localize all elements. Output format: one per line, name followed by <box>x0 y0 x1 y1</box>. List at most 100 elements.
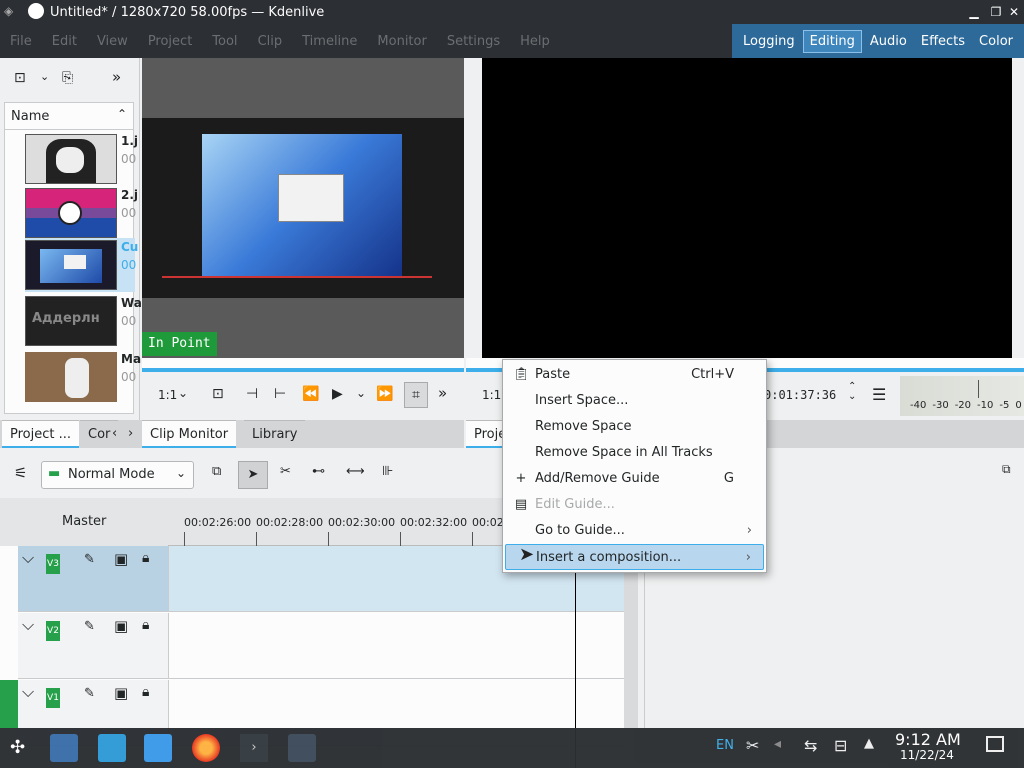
show-desktop-icon[interactable] <box>986 736 1004 752</box>
multicam-tool-icon[interactable]: ⊪ <box>382 464 393 479</box>
ctx-item-go-to-guide[interactable]: Go to Guide... › <box>505 518 764 544</box>
film-strip-icon[interactable]: ▣ <box>114 684 128 702</box>
effects-wand-icon[interactable]: ✎ <box>84 686 95 701</box>
forward-icon[interactable]: ⏩ <box>376 386 393 402</box>
timecode-spin-icon[interactable]: ⌃ ⌄ <box>848 382 856 402</box>
timecode-field[interactable]: 0:01:37:36 <box>764 388 836 402</box>
kdenlive-task-icon[interactable] <box>288 734 316 762</box>
track-lane-v2[interactable] <box>168 613 624 679</box>
minimize-icon[interactable]: ▁ <box>966 4 982 20</box>
effects-wand-icon[interactable]: ✎ <box>84 552 95 567</box>
ctx-item-remove-space-in-all-tracks[interactable]: Remove Space in All Tracks <box>505 440 764 466</box>
collapse-chevron-icon[interactable]: ⌵ <box>22 548 34 568</box>
maximize-icon[interactable]: ❐ <box>988 4 1004 20</box>
ripple-tool-icon[interactable]: ⊷ <box>312 464 325 479</box>
collapse-chevron-icon[interactable]: ⌵ <box>22 682 34 702</box>
lock-icon[interactable]: 🔒︎ <box>142 684 149 700</box>
new-folder-icon[interactable]: ⎘ <box>62 70 73 86</box>
clip-preview[interactable] <box>142 118 464 298</box>
edit-mode-select[interactable]: ▬ Normal Mode ⌄ <box>41 461 194 489</box>
menu-file[interactable]: File <box>10 34 32 49</box>
workspace-effects[interactable]: Effects <box>915 31 971 52</box>
app-launcher-icon[interactable]: ✣ <box>10 734 38 762</box>
lock-icon[interactable]: 🔒︎ <box>142 617 149 633</box>
menu-clip[interactable]: Clip <box>258 34 283 49</box>
clock-date[interactable]: 11/22/24 <box>900 748 954 762</box>
tray-expand-icon[interactable]: ▲ <box>864 736 874 751</box>
ctx-item-insert-space[interactable]: Insert Space... <box>505 388 764 414</box>
store-icon[interactable] <box>98 734 126 762</box>
app-menu-icon[interactable]: ◈ <box>4 4 13 18</box>
tab-library[interactable]: Library <box>244 420 306 448</box>
select-tool-icon[interactable]: ➤ <box>238 461 268 489</box>
clip-row[interactable]: 2.j 00 <box>5 188 138 242</box>
scissors-icon[interactable]: ✂ <box>746 736 759 755</box>
clip-monitor-ruler[interactable] <box>142 358 464 372</box>
sort-up-icon[interactable]: ⌃ <box>117 107 127 121</box>
add-clip-icon[interactable]: ⊡ <box>14 70 26 86</box>
expand-icon[interactable]: » <box>112 68 121 86</box>
workspace-color[interactable]: Color <box>973 31 1019 52</box>
menu-help[interactable]: Help <box>520 34 550 49</box>
film-strip-icon[interactable]: ▣ <box>114 617 128 635</box>
chevron-down-icon[interactable]: ⌄ <box>178 386 188 400</box>
slip-tool-icon[interactable]: ⟷ <box>346 464 365 479</box>
clip-row-selected[interactable]: Cu 00 <box>25 238 138 292</box>
terminal-icon[interactable]: › <box>240 734 268 762</box>
rewind-icon[interactable]: ⏪ <box>302 386 319 402</box>
chevron-right-icon[interactable]: › <box>128 426 133 441</box>
timeline-scrollbar[interactable] <box>624 546 638 728</box>
workspace-audio[interactable]: Audio <box>864 31 913 52</box>
chevron-left-icon[interactable]: ‹ <box>112 426 117 441</box>
clock-time[interactable]: 9:12 AM <box>895 730 961 749</box>
zoom-select[interactable]: 1:1 <box>482 388 501 402</box>
track-settings-icon[interactable]: ⚟ <box>14 464 27 482</box>
detach-icon[interactable]: ⧉ <box>1002 462 1011 477</box>
keyboard-layout[interactable]: EN <box>716 738 734 753</box>
menu-monitor[interactable]: Monitor <box>377 34 426 49</box>
menu-tool[interactable]: Tool <box>212 34 237 49</box>
settings-icon[interactable] <box>50 734 78 762</box>
set-out-icon[interactable]: ⊢ <box>274 386 286 402</box>
bin-header[interactable]: Name ⌃ <box>4 102 134 130</box>
set-in-icon[interactable]: ⊣ <box>246 386 258 402</box>
effects-wand-icon[interactable]: ✎ <box>84 619 95 634</box>
tab-clip-monitor[interactable]: Clip Monitor <box>142 420 237 448</box>
menu-project[interactable]: Project <box>148 34 192 49</box>
menu-edit[interactable]: Edit <box>52 34 77 49</box>
firefox-icon[interactable] <box>192 734 220 762</box>
workspace-editing[interactable]: Editing <box>802 29 862 53</box>
clip-row[interactable]: Аддерлн Wa 00 <box>5 294 142 348</box>
play-icon[interactable]: ▶ <box>332 386 343 402</box>
project-preview[interactable] <box>482 58 1012 358</box>
collapse-chevron-icon[interactable]: ⌵ <box>22 615 34 635</box>
close-icon[interactable]: ✕ <box>1006 4 1022 20</box>
hamburger-menu-icon[interactable]: ☰ <box>872 385 886 404</box>
track-header-v2[interactable]: ⌵ V2 ✎ ▣ 🔒︎ <box>18 613 168 679</box>
project-monitor[interactable] <box>466 58 1024 358</box>
chevron-down-icon[interactable]: ⌄ <box>356 386 366 400</box>
file-manager-icon[interactable] <box>144 734 172 762</box>
menu-settings[interactable]: Settings <box>447 34 500 49</box>
film-strip-icon[interactable]: ▣ <box>114 550 128 568</box>
clip-row[interactable]: 1.j 00 <box>5 132 138 186</box>
ctx-item-remove-space[interactable]: Remove Space <box>505 414 764 440</box>
menu-view[interactable]: View <box>97 34 128 49</box>
spacer-tool-icon[interactable]: ⧉ <box>212 464 221 479</box>
clip-row[interactable]: Ma 00 <box>5 350 141 404</box>
volume-icon[interactable]: ◂ <box>774 736 781 752</box>
set-zone-icon[interactable]: ⊡ <box>212 386 224 402</box>
network-icon[interactable]: ⊟ <box>834 736 847 755</box>
usb-icon[interactable]: ⇆ <box>804 736 817 755</box>
ctx-item-paste[interactable]: 📋︎ Paste Ctrl+V <box>505 362 764 388</box>
lock-icon[interactable]: 🔒︎ <box>142 550 149 566</box>
tab-project-bin[interactable]: Project ... <box>2 420 80 448</box>
menu-timeline[interactable]: Timeline <box>302 34 357 49</box>
workspace-logging[interactable]: Logging <box>737 31 801 52</box>
more-icon[interactable]: » <box>438 384 447 402</box>
zoom-select[interactable]: 1:1 <box>158 388 177 402</box>
track-header-v3[interactable]: ⌵ V3 ✎ ▣ 🔒︎ <box>18 546 168 612</box>
razor-tool-icon[interactable]: ✂ <box>280 464 291 479</box>
ctx-item-add-remove-guide[interactable]: + Add/Remove Guide G <box>505 466 764 492</box>
ctx-item-insert-a-composition[interactable]: Insert a composition... › <box>505 544 764 570</box>
